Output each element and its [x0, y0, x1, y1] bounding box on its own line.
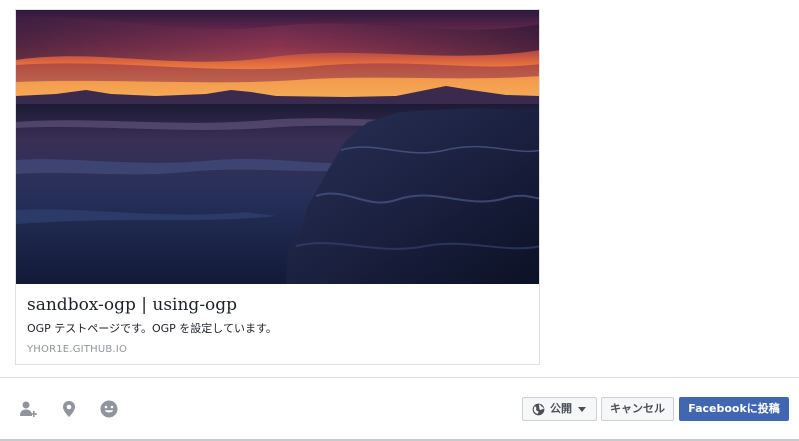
link-title[interactable]: sandbox-ogp | using-ogp: [27, 293, 529, 317]
link-preview-text: sandbox-ogp | using-ogp OGP テストページです。OGP…: [27, 293, 529, 357]
location-pin-icon[interactable]: [59, 399, 79, 419]
post-to-facebook-button[interactable]: Facebookに投稿: [679, 397, 789, 421]
link-preview-card[interactable]: sandbox-ogp | using-ogp OGP テストページです。OGP…: [15, 9, 540, 365]
composer-footer: 公開 キャンセル Facebookに投稿: [0, 378, 799, 439]
preview-image: [16, 10, 539, 284]
globe-icon: [532, 403, 545, 415]
privacy-label: 公開: [550, 402, 572, 415]
tag-friends-icon[interactable]: [19, 399, 39, 419]
share-dialog: sandbox-ogp | using-ogp OGP テストページです。OGP…: [0, 0, 799, 441]
privacy-selector[interactable]: 公開: [522, 397, 597, 421]
feeling-smiley-icon[interactable]: [99, 399, 119, 419]
link-description: OGP テストページです。OGP を設定しています。: [27, 322, 277, 335]
link-domain: YHOR1E.GITHUB.IO: [27, 344, 128, 355]
chevron-down-icon: [578, 406, 586, 412]
cancel-button[interactable]: キャンセル: [601, 397, 674, 421]
